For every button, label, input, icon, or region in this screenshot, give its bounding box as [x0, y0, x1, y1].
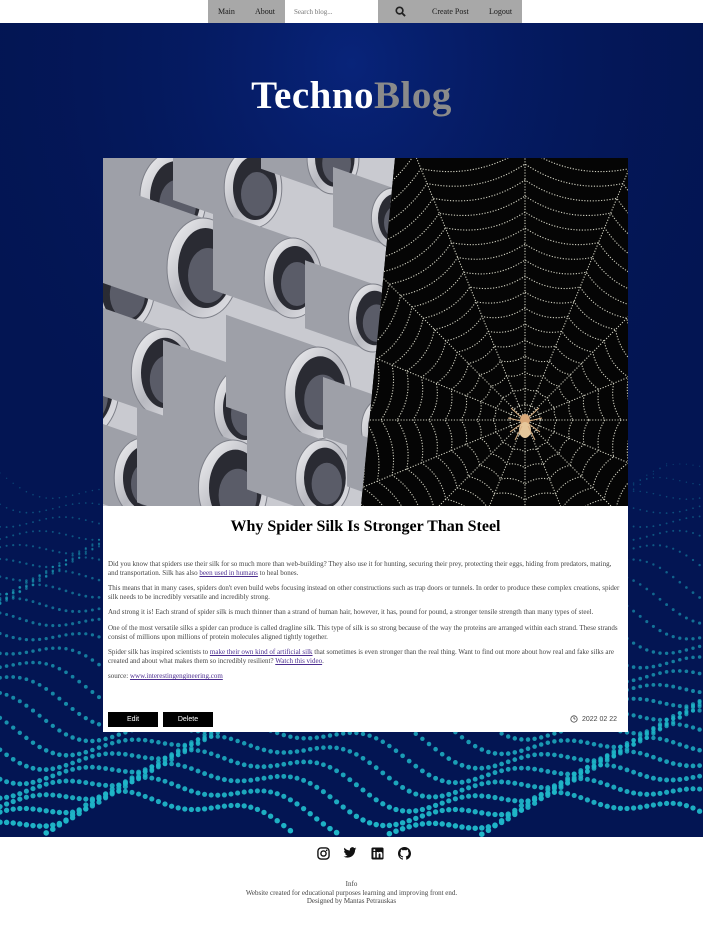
- nav-create-post-link[interactable]: Create Post: [432, 7, 469, 16]
- post-body: Did you know that spiders use their silk…: [108, 560, 623, 688]
- post-date: 2022 02 22: [570, 715, 617, 723]
- edit-button[interactable]: Edit: [108, 712, 158, 727]
- bones-link[interactable]: been used in humans: [199, 569, 258, 577]
- linkedin-icon[interactable]: [370, 846, 384, 860]
- footer-info-title: Info: [345, 880, 358, 888]
- footer-description: Website created for educational purposes…: [245, 888, 458, 897]
- post-source: source: www.interestingengineering.com: [108, 672, 223, 681]
- steel-pipes-and-spider-web-image: [103, 158, 628, 506]
- nav-main-link[interactable]: Main: [218, 7, 235, 16]
- github-icon[interactable]: [397, 846, 411, 860]
- logo-part-blog: Blog: [374, 74, 452, 117]
- artificial-silk-link[interactable]: make their own kind of artificial silk: [210, 648, 313, 656]
- search-button[interactable]: [378, 0, 422, 23]
- search-icon: [394, 6, 406, 17]
- logo-part-techno: Techno: [251, 74, 375, 117]
- nav-about-link[interactable]: About: [255, 7, 275, 16]
- nav-logout-link[interactable]: Logout: [489, 7, 512, 16]
- post-date-text: 2022 02 22: [581, 715, 617, 723]
- instagram-icon[interactable]: [316, 846, 330, 860]
- watch-video-link[interactable]: Watch this video: [275, 657, 322, 665]
- clock-icon: [570, 715, 578, 723]
- top-bar: Main About Create Post Logout: [0, 0, 703, 23]
- post-paragraph: This means that in many cases, spiders d…: [108, 584, 620, 601]
- social-links: [316, 846, 411, 860]
- site-logo[interactable]: TechnoBlog: [0, 73, 703, 118]
- search-input[interactable]: [285, 0, 378, 23]
- footer-credit: Designed by Mantas Petrauskas: [306, 897, 397, 906]
- source-link[interactable]: www.interestingengineering.com: [130, 672, 223, 680]
- footer-info: Info Website created for educational pur…: [0, 880, 703, 906]
- main-nav: Main About Create Post Logout: [208, 0, 522, 23]
- post-actions: Edit Delete: [108, 712, 213, 727]
- post-title: Why Spider Silk Is Stronger Than Steel: [230, 518, 501, 535]
- post-paragraph: And strong it is! Each strand of spider …: [108, 608, 594, 617]
- post-paragraph: Did you know that spiders use their silk…: [108, 560, 612, 577]
- post-card: Why Spider Silk Is Stronger Than Steel D…: [103, 158, 628, 732]
- delete-button[interactable]: Delete: [163, 712, 213, 727]
- post-paragraph: One of the most versatile silks a spider…: [108, 623, 618, 641]
- post-paragraph: Spider silk has inspired scientists to m…: [108, 648, 614, 665]
- post-image: [103, 158, 628, 506]
- footer: Info Website created for educational pur…: [0, 837, 703, 937]
- twitter-icon[interactable]: [343, 846, 357, 860]
